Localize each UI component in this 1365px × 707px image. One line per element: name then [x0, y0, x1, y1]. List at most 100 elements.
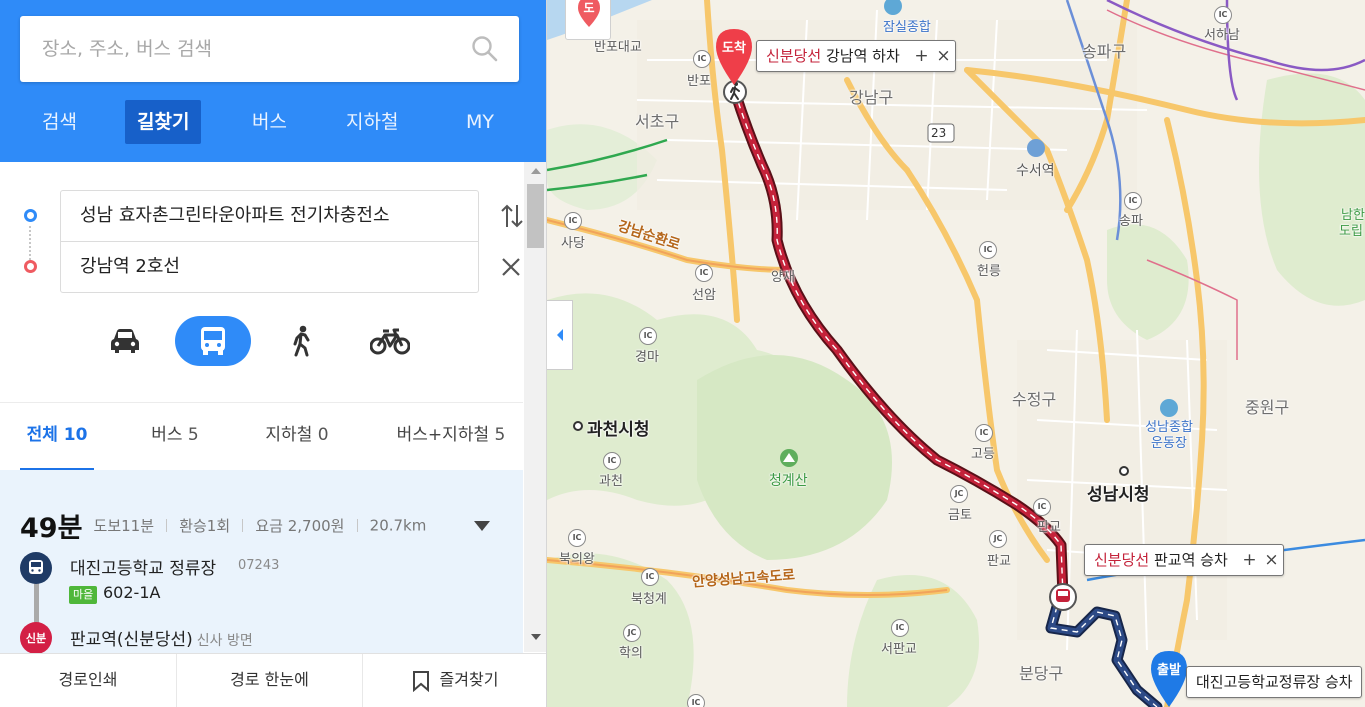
panel-footer: 경로인쇄 경로 한눈에 즐겨찾기	[0, 653, 546, 707]
app: 검색 길찾기 버스 지하철 MY 성남 효자촌그린타운아파트 전기차충전소 강남…	[0, 0, 1365, 707]
park-area	[1259, 73, 1365, 306]
cityhall-label: 성남시청	[1087, 485, 1150, 505]
ic-marker-icon: IC	[641, 568, 659, 586]
arrival-pin-label: 도착	[722, 41, 746, 56]
filter-tab-count: 10	[63, 425, 88, 445]
panel-header: 검색 길찾기 버스 지하철 MY	[0, 0, 546, 162]
search-icon[interactable]	[471, 35, 499, 63]
bus-icon	[29, 560, 43, 574]
arrival-pin[interactable]: 도착	[715, 28, 753, 85]
stadium-icon	[884, 0, 902, 15]
tab-bus[interactable]: 버스	[240, 100, 299, 144]
filter-tab-subway[interactable]: 지하철 0	[258, 403, 336, 471]
plus-icon[interactable]: +	[911, 41, 933, 71]
mode-transit[interactable]	[175, 316, 251, 366]
ic-marker-icon: IC	[1033, 498, 1051, 516]
scroll-down-arrow-icon[interactable]	[531, 634, 541, 640]
map-label: 판교	[1037, 520, 1061, 535]
route-number-label: 23	[931, 126, 947, 140]
divider	[242, 519, 244, 532]
filter-tab-bus[interactable]: 버스 5	[145, 403, 205, 471]
tab-directions[interactable]: 길찾기	[125, 100, 202, 144]
transport-modes	[0, 314, 523, 368]
map-label: 송파	[1119, 214, 1143, 229]
origin-field[interactable]: 성남 효자촌그린타운아파트 전기차충전소	[60, 190, 479, 242]
result-fare: 요금 2,700원	[255, 517, 345, 535]
bookmark-button[interactable]: 즐겨찾기	[363, 654, 546, 707]
boarding-stop-name[interactable]: 대진고등학교 정류장	[70, 554, 216, 579]
train-window	[1058, 591, 1068, 596]
map-view[interactable]: IC IC IC IC IC IC IC IC IC JC IC JC IC I…	[547, 0, 1365, 707]
divider	[356, 519, 358, 532]
map-label: 서하남	[1204, 28, 1240, 43]
tab-my[interactable]: MY	[454, 100, 506, 144]
panel-scrollbar[interactable]	[524, 162, 546, 652]
bookmark-label: 즐겨찾기	[439, 670, 499, 689]
ic-marker-icon: IC	[979, 241, 997, 259]
scroll-up-arrow-icon[interactable]	[531, 168, 541, 174]
departure-pin[interactable]: 출발	[1150, 650, 1188, 707]
map-label: 사당	[561, 236, 585, 251]
map-label: 잠실종합	[883, 20, 931, 35]
ic-marker-icon: JC	[950, 485, 968, 503]
clear-icon[interactable]	[500, 256, 522, 278]
tab-search[interactable]: 검색	[30, 100, 89, 144]
result-filter-tabs: 전체 10 버스 5 지하철 0 버스+지하철 5	[0, 402, 523, 471]
close-icon[interactable]: ×	[933, 41, 955, 71]
result-summary: 49분 도보11분 환승1회 요금 2,700원 20.7km	[20, 506, 427, 544]
callout-line-name: 신분당선	[1094, 551, 1150, 569]
origin-dot-icon	[24, 209, 37, 222]
departure-callout[interactable]: 대진고등학교정류장 승차	[1186, 666, 1362, 698]
result-distance: 20.7km	[369, 516, 427, 535]
arrival-callout[interactable]: 신분당선 강남역 하차 + ×	[756, 40, 956, 72]
collapse-panel-button[interactable]	[547, 300, 573, 370]
bus-number[interactable]: 602-1A	[103, 583, 160, 602]
route-result-item[interactable]: 49분 도보11분 환승1회 요금 2,700원 20.7km 대진고등학교 정…	[0, 470, 523, 653]
cityhall-label: 과천시청	[587, 420, 650, 440]
search-input[interactable]	[42, 34, 462, 64]
mode-bicycle[interactable]	[352, 316, 428, 366]
transfer-callout[interactable]: 신분당선 판교역 승차 + ×	[1084, 544, 1284, 576]
map-label: 고등	[971, 447, 995, 462]
route-overview-button[interactable]: 경로 한눈에	[177, 654, 363, 707]
filter-tab-count: 0	[317, 425, 329, 445]
print-route-button[interactable]: 경로인쇄	[0, 654, 177, 707]
car-icon	[111, 329, 139, 353]
mode-car[interactable]	[87, 316, 163, 366]
ic-marker-icon: IC	[975, 424, 993, 442]
search-box	[20, 16, 519, 82]
map-canvas[interactable]	[547, 0, 1365, 707]
expand-chevron-icon[interactable]	[473, 520, 491, 532]
transfer-stop[interactable]: 판교역(신분당선) 신사 방면	[70, 625, 253, 650]
swap-icon[interactable]	[500, 202, 524, 230]
map-label: 금토	[948, 508, 972, 523]
top-marker-button[interactable]: 도	[565, 0, 611, 40]
mountain-label: 청계산	[769, 473, 808, 489]
filter-tab-label: 지하철	[265, 425, 313, 445]
district-label: 강남구	[849, 88, 894, 107]
map-label: 헌릉	[977, 264, 1001, 279]
close-icon[interactable]: ×	[1261, 545, 1283, 575]
map-label: 선암	[692, 288, 716, 303]
map-label: 도립	[1339, 224, 1363, 239]
plus-icon[interactable]: +	[1239, 545, 1261, 575]
mode-walk[interactable]	[264, 316, 340, 366]
ic-marker-icon: IC	[603, 452, 621, 470]
bus-icon	[201, 327, 225, 355]
scroll-thumb[interactable]	[527, 184, 544, 248]
map-label: 학의	[619, 646, 643, 661]
filter-tab-bus-subway[interactable]: 버스+지하철 5	[390, 403, 512, 471]
ic-marker-icon: IC	[687, 694, 705, 707]
result-walk-time: 도보11분	[93, 517, 155, 535]
callout-text: 대진고등학교정류장 승차	[1196, 673, 1353, 691]
boarding-stop-code: 07243	[238, 558, 280, 573]
ic-marker-icon: IC	[1124, 192, 1142, 210]
cityhall-dot-icon	[1119, 466, 1129, 476]
callout-text: 강남역 하차	[825, 47, 900, 65]
destination-field[interactable]: 강남역 2호선	[60, 241, 479, 293]
directions-panel: 검색 길찾기 버스 지하철 MY 성남 효자촌그린타운아파트 전기차충전소 강남…	[0, 0, 547, 707]
divider	[166, 519, 168, 532]
ic-marker-icon: IC	[891, 619, 909, 637]
tab-subway[interactable]: 지하철	[334, 100, 410, 144]
filter-tab-all[interactable]: 전체 10	[20, 403, 94, 471]
